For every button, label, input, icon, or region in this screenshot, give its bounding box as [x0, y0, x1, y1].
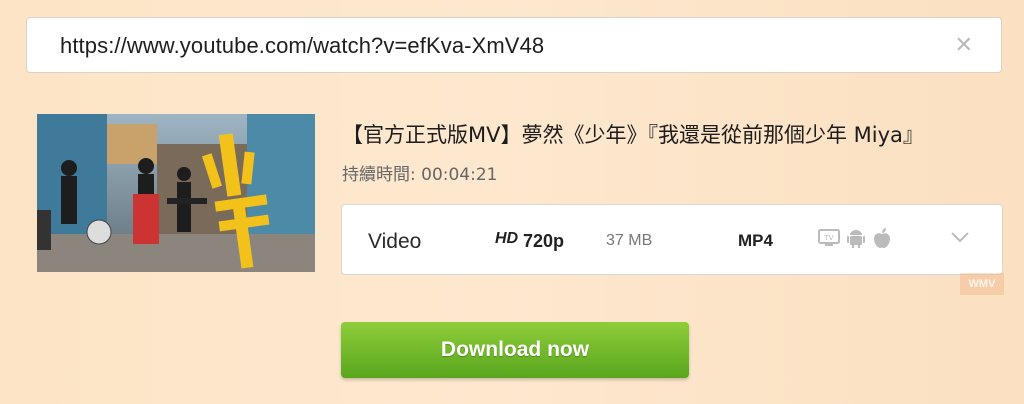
format-size: 37 MB	[606, 232, 653, 249]
hd-badge: HD	[495, 230, 519, 247]
thumbnail-image	[37, 114, 315, 272]
svg-text:TV: TV	[823, 234, 833, 242]
format-type: Video	[368, 230, 422, 253]
video-duration: 持續時間: 00:04:21	[342, 165, 498, 185]
format-container: MP4	[738, 231, 773, 250]
apple-icon	[872, 227, 892, 254]
url-input[interactable]: https://www.youtube.com/watch?v=efKva-Xm…	[26, 17, 1002, 73]
format-selector[interactable]: Video HD 720p 37 MB MP4 TV	[341, 204, 1003, 275]
chevron-down-icon[interactable]	[949, 226, 971, 248]
tv-icon: TV	[818, 227, 840, 254]
device-icons: TV	[818, 227, 892, 254]
download-button[interactable]: Download now	[341, 322, 689, 378]
android-icon	[846, 227, 866, 254]
url-text[interactable]: https://www.youtube.com/watch?v=efKva-Xm…	[60, 33, 544, 59]
format-resolution: 720p	[523, 231, 565, 251]
video-thumbnail	[37, 114, 315, 272]
close-icon[interactable]: ✕	[955, 33, 973, 57]
watermark: WMV	[960, 273, 1004, 295]
video-title: 【官方正式版MV】夢然《少年》『我還是從前那個少年 Miya』	[342, 123, 924, 147]
